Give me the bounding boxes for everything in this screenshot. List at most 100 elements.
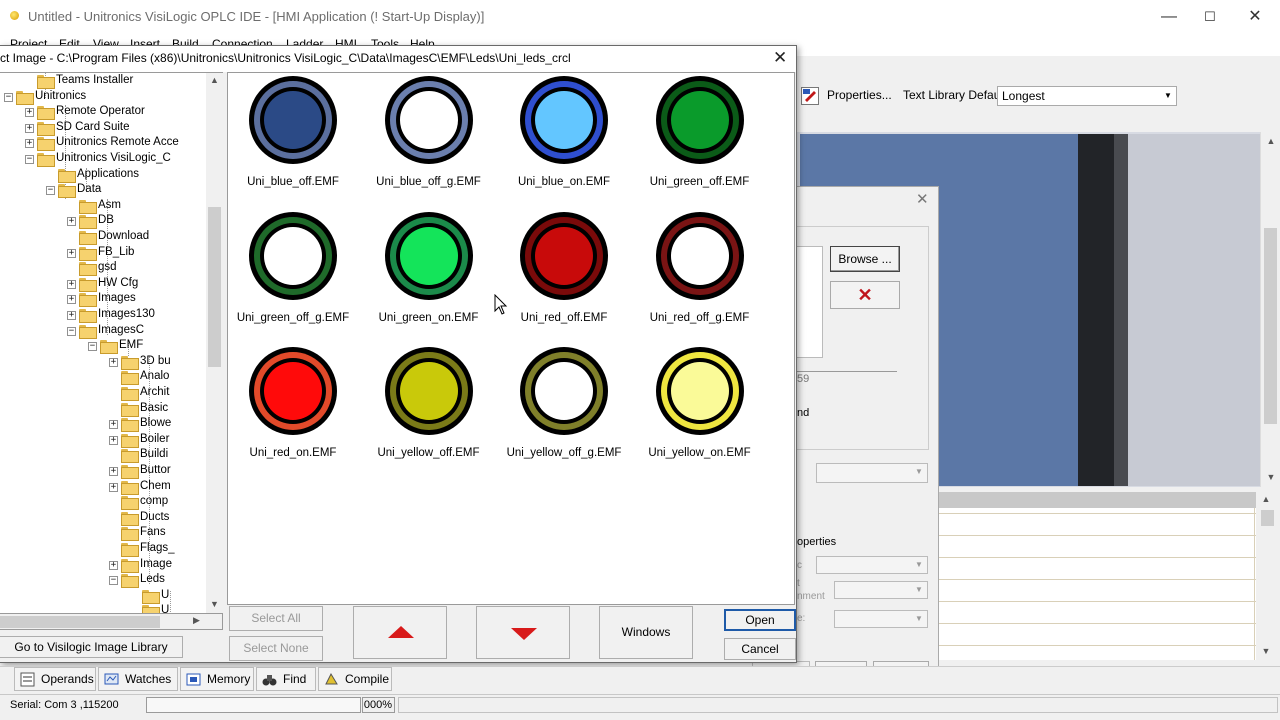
output-list-header bbox=[938, 492, 1280, 508]
tab-compile[interactable]: Compile bbox=[318, 667, 392, 691]
led-image-icon bbox=[384, 211, 473, 300]
folder-icon bbox=[121, 433, 139, 448]
scroll-thumb[interactable] bbox=[208, 207, 221, 367]
image-filename: Uni_blue_off_g.EMF bbox=[376, 176, 481, 188]
tree-item-label: Leds bbox=[140, 573, 165, 586]
led-image-icon bbox=[249, 76, 337, 164]
scroll-up-icon[interactable]: ▲ bbox=[1261, 136, 1280, 146]
image-item[interactable]: Uni_green_off.EMF bbox=[632, 76, 768, 206]
image-item[interactable]: Uni_blue_on.EMF bbox=[496, 76, 632, 206]
scroll-thumb[interactable] bbox=[0, 616, 160, 628]
tab-label: Watches bbox=[125, 672, 172, 686]
windows-explorer-button[interactable]: Windows Explorer bbox=[599, 606, 693, 690]
folder-icon bbox=[121, 387, 139, 401]
hmi-frame-edge bbox=[1114, 134, 1128, 486]
tab-label: Find bbox=[283, 672, 307, 686]
canvas-vertical-scrollbar[interactable]: ▲ ▼ bbox=[1260, 132, 1280, 487]
image-item[interactable]: Uni_red_on.EMF bbox=[225, 347, 361, 477]
expand-icon[interactable]: + bbox=[109, 560, 118, 570]
expand-icon[interactable]: + bbox=[67, 248, 76, 258]
expand-icon[interactable]: + bbox=[25, 139, 34, 149]
scroll-down-icon[interactable]: ▼ bbox=[1261, 472, 1280, 482]
tree-guide bbox=[170, 591, 171, 614]
expand-icon[interactable]: + bbox=[109, 482, 118, 492]
scroll-down-icon[interactable]: ▼ bbox=[206, 599, 223, 609]
image-item[interactable]: Uni_yellow_on.EMF bbox=[632, 347, 768, 477]
properties-group-label: operties bbox=[797, 536, 837, 548]
tab-find[interactable]: Find bbox=[256, 667, 316, 691]
expand-icon[interactable]: + bbox=[109, 435, 118, 445]
image-item[interactable]: Uni_green_off_g.EMF bbox=[225, 211, 361, 342]
open-button[interactable]: Open bbox=[724, 609, 796, 631]
expand-icon[interactable]: + bbox=[67, 311, 76, 320]
collapse-icon[interactable]: − bbox=[109, 576, 118, 586]
tree-item-label: Images130 bbox=[98, 308, 155, 320]
image-item[interactable]: Uni_yellow_off_g.EMF bbox=[496, 347, 632, 477]
compile-icon bbox=[324, 672, 339, 687]
scroll-up-icon[interactable]: ▲ bbox=[206, 75, 223, 85]
close-button[interactable]: ✕ bbox=[1244, 6, 1266, 28]
tree-item-label: Boiler bbox=[140, 432, 170, 445]
image-item[interactable]: Uni_blue_off.EMF bbox=[225, 76, 361, 206]
go-to-image-library-button[interactable]: Go to Visilogic Image Library bbox=[0, 636, 183, 658]
image-grid[interactable]: Uni_blue_off.EMF Uni_blue_off_g.EMF Uni_bl… bbox=[227, 72, 795, 605]
image-item[interactable]: Uni_green_on.EMF bbox=[361, 211, 497, 342]
dialog-close-button[interactable]: ✕ bbox=[773, 48, 787, 68]
collapse-icon[interactable]: − bbox=[88, 342, 97, 352]
image-filename: Uni_yellow_on.EMF bbox=[648, 447, 751, 459]
image-item[interactable]: Uni_yellow_off.EMF bbox=[361, 347, 497, 477]
expand-icon[interactable]: + bbox=[25, 123, 34, 133]
properties-icon[interactable] bbox=[801, 87, 819, 105]
minimize-button[interactable]: — bbox=[1158, 6, 1180, 28]
delete-image-button[interactable]: ✕ bbox=[830, 281, 900, 309]
image-filename: Uni_yellow_off.EMF bbox=[377, 447, 480, 459]
scroll-thumb[interactable] bbox=[1261, 510, 1274, 526]
browse-button[interactable]: Browse ... bbox=[830, 246, 900, 272]
tree-horizontal-scrollbar[interactable]: ▶ bbox=[0, 613, 223, 630]
image-filename: Uni_red_on.EMF bbox=[249, 447, 337, 459]
tree-item-label: Chem bbox=[140, 479, 171, 492]
image-item[interactable]: Uni_blue_off_g.EMF bbox=[361, 76, 497, 206]
led-image-icon bbox=[520, 76, 608, 164]
expand-icon[interactable]: + bbox=[109, 357, 118, 367]
scroll-right-icon[interactable]: ▶ bbox=[193, 615, 200, 626]
tree-item-label: Teams Installer bbox=[56, 74, 134, 86]
expand-icon[interactable]: + bbox=[109, 467, 118, 476]
tree-vertical-scrollbar[interactable]: ▲ ▼ bbox=[206, 73, 223, 613]
dialog-close-icon[interactable]: ✕ bbox=[916, 190, 929, 208]
move-up-button[interactable] bbox=[353, 606, 447, 659]
expand-icon[interactable]: + bbox=[25, 108, 34, 118]
scroll-down-icon[interactable]: ▼ bbox=[1256, 646, 1276, 656]
tab-memory[interactable]: Memory bbox=[180, 667, 254, 691]
output-list-scrollbar[interactable]: ▲ ▼ bbox=[1256, 492, 1280, 660]
led-image-icon bbox=[249, 347, 337, 435]
select-none-button[interactable]: Select None bbox=[229, 636, 323, 661]
expand-icon[interactable]: + bbox=[109, 420, 118, 430]
move-down-button[interactable] bbox=[476, 606, 570, 659]
tree-item-label: Images bbox=[98, 292, 136, 305]
expand-icon[interactable]: + bbox=[67, 279, 76, 289]
image-item[interactable]: Uni_red_off.EMF bbox=[496, 211, 632, 342]
cancel-button[interactable]: Cancel bbox=[724, 638, 796, 660]
folder-icon bbox=[79, 231, 97, 245]
collapse-icon[interactable]: − bbox=[67, 326, 76, 336]
expand-icon[interactable]: + bbox=[67, 217, 76, 227]
collapse-icon[interactable]: − bbox=[4, 92, 13, 102]
scroll-up-icon[interactable]: ▲ bbox=[1256, 494, 1276, 504]
folder-tree[interactable]: Teams Installer − Unitronics + Remote Operat… bbox=[0, 72, 223, 615]
image-filename: Uni_red_off.EMF bbox=[520, 311, 608, 324]
window-title: Untitled - Unitronics VisiLogic OPLC IDE… bbox=[28, 9, 485, 24]
properties-button[interactable]: Properties... bbox=[827, 88, 892, 102]
output-list[interactable] bbox=[938, 492, 1260, 660]
scroll-thumb[interactable] bbox=[1264, 228, 1277, 424]
tab-watches[interactable]: Watches bbox=[98, 667, 178, 691]
collapse-icon[interactable]: − bbox=[46, 186, 55, 196]
text-library-select[interactable]: Longest ▼ bbox=[997, 86, 1177, 106]
expand-icon[interactable]: + bbox=[67, 295, 76, 305]
background-combo[interactable]: ▼ bbox=[816, 463, 928, 483]
maximize-button[interactable]: ☐ bbox=[1199, 6, 1221, 28]
select-all-button[interactable]: Select All bbox=[229, 606, 323, 631]
image-item[interactable]: Uni_red_off_g.EMF bbox=[632, 211, 768, 342]
tab-operands[interactable]: Operands bbox=[14, 667, 96, 691]
collapse-icon[interactable]: − bbox=[25, 155, 34, 164]
